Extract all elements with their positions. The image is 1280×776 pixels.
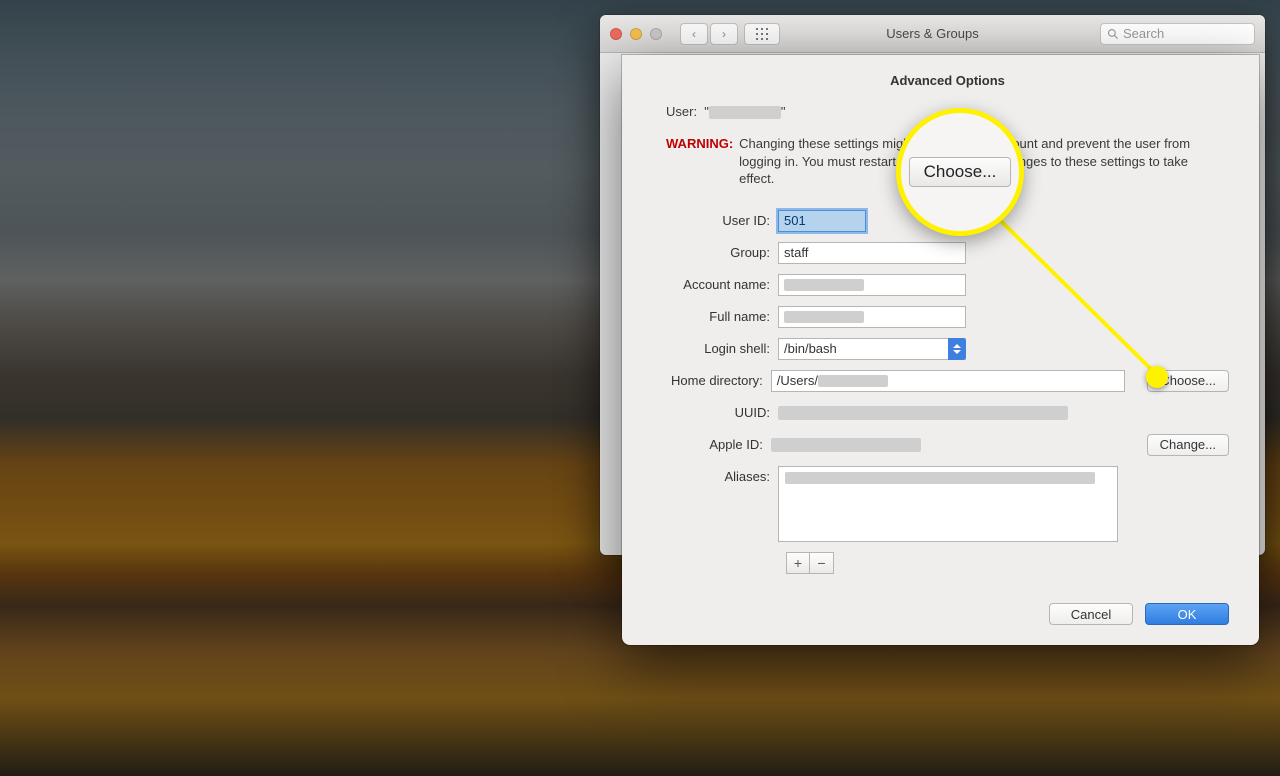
zoom-icon[interactable] <box>650 28 662 40</box>
home-dir-label: Home directory: <box>666 373 771 388</box>
callout-magnified-button: Choose... <box>909 157 1012 187</box>
user-name-redacted: ████████ <box>709 106 781 119</box>
nav-forward-button[interactable]: › <box>710 23 738 45</box>
full-name-field[interactable]: ████████ <box>778 306 966 328</box>
search-placeholder: Search <box>1123 26 1164 41</box>
callout-target-dot <box>1146 366 1168 388</box>
nav-back-button[interactable]: ‹ <box>680 23 708 45</box>
alias-row-redacted: ████████████████████████████████… <box>785 472 1095 484</box>
login-shell-label: Login shell: <box>666 341 778 356</box>
home-dir-redacted <box>818 375 888 387</box>
login-shell-select[interactable] <box>778 338 966 360</box>
window-traffic-lights <box>610 28 662 40</box>
full-name-redacted: ████████ <box>784 311 864 323</box>
change-button[interactable]: Change... <box>1147 434 1229 456</box>
account-name-label: Account name: <box>666 277 778 292</box>
show-all-button[interactable] <box>744 23 780 45</box>
sheet-title: Advanced Options <box>666 73 1229 88</box>
search-icon <box>1107 28 1119 40</box>
search-input[interactable]: Search <box>1100 23 1255 45</box>
window-titlebar: ‹ › Users & Groups Search <box>600 15 1265 53</box>
callout-magnifier: Choose... <box>896 108 1024 236</box>
group-label: Group: <box>666 245 778 260</box>
user-id-label: User ID: <box>666 213 778 228</box>
aliases-label: Aliases: <box>666 466 778 484</box>
uuid-label: UUID: <box>666 405 778 420</box>
cancel-button[interactable]: Cancel <box>1049 603 1133 625</box>
uuid-value: ████████████████████████████████ <box>778 406 1068 420</box>
apple-id-value: ████████████████ <box>771 438 921 452</box>
full-name-label: Full name: <box>666 309 778 324</box>
ok-button[interactable]: OK <box>1145 603 1229 625</box>
user-label: User: <box>666 104 697 119</box>
close-icon[interactable] <box>610 28 622 40</box>
remove-alias-button[interactable]: − <box>810 552 834 574</box>
warning-label: WARNING: <box>666 135 733 188</box>
aliases-list[interactable]: ████████████████████████████████… <box>778 466 1118 542</box>
minimize-icon[interactable] <box>630 28 642 40</box>
add-alias-button[interactable]: + <box>786 552 810 574</box>
account-name-field[interactable]: ████████ <box>778 274 966 296</box>
user-id-field[interactable] <box>778 210 866 232</box>
grid-icon <box>756 28 768 40</box>
chevron-updown-icon[interactable] <box>948 338 966 360</box>
group-field[interactable] <box>778 242 966 264</box>
home-dir-field[interactable]: /Users/ <box>771 370 1126 392</box>
account-name-redacted: ████████ <box>784 279 864 291</box>
apple-id-label: Apple ID: <box>666 437 771 452</box>
